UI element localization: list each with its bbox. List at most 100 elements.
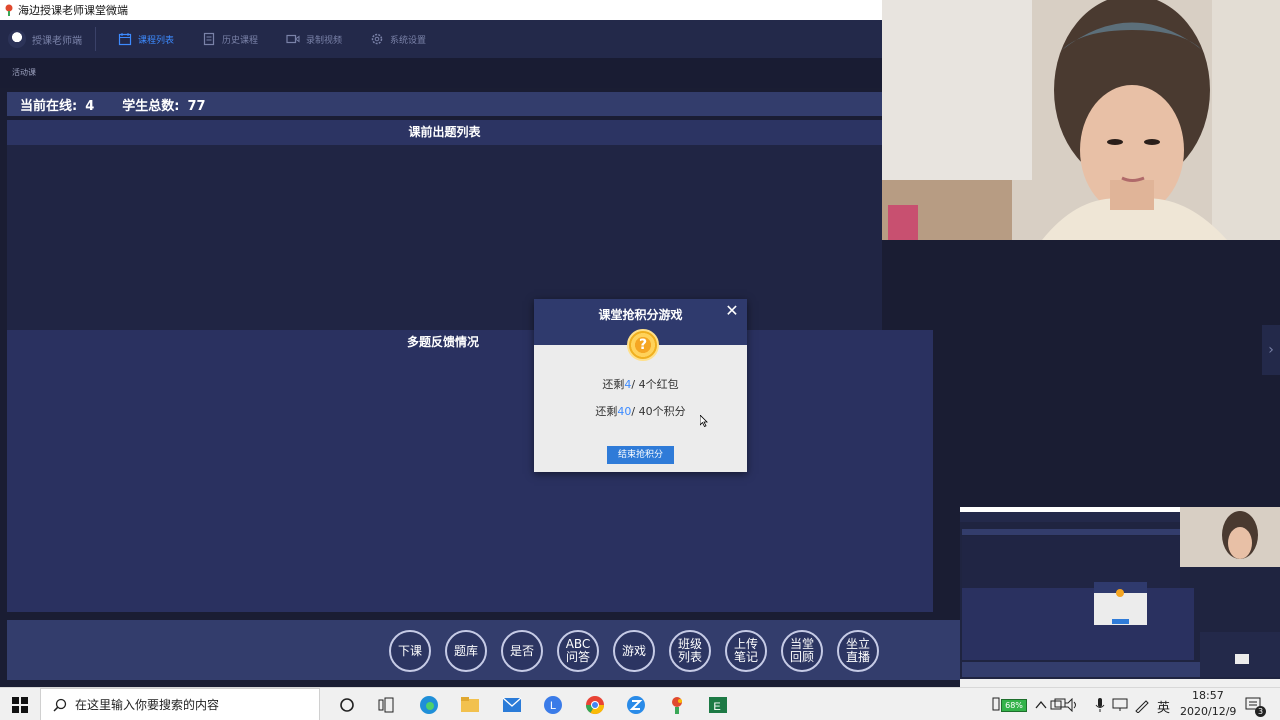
online-count: 当前在线: 4 <box>20 95 94 114</box>
windows-start-icon[interactable] <box>12 697 28 713</box>
class-status-bar: 当前在线: 4 学生总数: 77 <box>7 92 882 116</box>
end-points-game-button[interactable]: 结束抢积分 <box>607 446 674 464</box>
excel-icon[interactable]: E <box>708 695 728 715</box>
svg-text:L: L <box>550 700 556 712</box>
svg-text:E: E <box>713 701 720 713</box>
total-value: 77 <box>187 98 206 114</box>
points-remaining: 40 <box>617 405 632 418</box>
nav-label: 课程列表 <box>138 35 175 46</box>
bottom-toolbar: 下课 题库 是否 ABC 问答 游戏 班级 列表 上传 笔记 当堂 回顾 坐立 … <box>7 620 960 680</box>
app-l-icon[interactable]: L <box>543 695 563 715</box>
right-side-area <box>940 240 1280 508</box>
nav-label: 录制视频 <box>306 35 343 46</box>
battery-level: 68% <box>1001 698 1027 712</box>
nav-item-course-list[interactable]: 课程列表 <box>104 20 188 58</box>
chrome-icon[interactable] <box>585 695 605 715</box>
feedback-panel: 多题反馈情况 <box>7 330 933 612</box>
game-button[interactable]: 游戏 <box>613 630 655 672</box>
app-logo-icon <box>5 4 13 16</box>
button-label: 坐立 直播 <box>845 637 870 664</box>
button-label: 上传 笔记 <box>733 637 758 664</box>
nav-item-history[interactable]: 历史课程 <box>188 20 272 58</box>
notification-count: 3 <box>1255 706 1266 717</box>
points-prefix: 还剩 <box>595 405 618 418</box>
search-icon <box>53 698 67 712</box>
webcam-person-image <box>882 0 1280 240</box>
clock-time[interactable]: 18:57 <box>1192 689 1224 702</box>
points-suffix: / 40个积分 <box>631 405 686 418</box>
redpack-suffix: / 4个红包 <box>631 378 679 391</box>
chevron-right-icon: › <box>1268 342 1274 358</box>
cortana-icon[interactable] <box>337 695 357 715</box>
sub-header-label: 活动课 <box>12 68 36 77</box>
window-title: 海边授课老师课堂微端 <box>18 4 128 17</box>
input-method-indicator[interactable]: 英 <box>1157 697 1170 716</box>
brand: 授课老师端 <box>0 27 96 51</box>
window-titlebar: 海边授课老师课堂微端 <box>0 0 882 20</box>
edge-browser-icon[interactable] <box>419 695 439 715</box>
nav-label: 系统设置 <box>390 35 427 46</box>
calendar-icon <box>118 33 132 46</box>
coin-icon: ? <box>627 329 659 361</box>
button-label: 游戏 <box>621 643 646 658</box>
question-bank-button[interactable]: 题库 <box>445 630 487 672</box>
mail-icon[interactable] <box>502 695 522 715</box>
task-view-icon[interactable] <box>377 695 397 715</box>
live-stream-button[interactable]: 坐立 直播 <box>837 630 879 672</box>
notification-center-icon[interactable]: 3 <box>1244 695 1266 717</box>
document-icon <box>203 32 215 46</box>
file-explorer-icon[interactable] <box>460 695 480 715</box>
screen-share-thumbnail <box>960 507 1280 687</box>
video-icon <box>286 34 300 44</box>
upload-notes-button[interactable]: 上传 笔记 <box>725 630 767 672</box>
button-label: 班级 列表 <box>677 637 702 664</box>
dialog-title: 课堂抢积分游戏 <box>598 308 683 322</box>
pen-input-icon[interactable] <box>1132 695 1152 715</box>
button-label: 当堂 回顾 <box>789 637 814 664</box>
brand-label: 授课老师端 <box>32 35 82 47</box>
close-icon[interactable]: ✕ <box>725 303 739 319</box>
panel-title: 课前出题列表 <box>7 120 882 145</box>
yes-no-button[interactable]: 是否 <box>501 630 543 672</box>
top-nav: 授课老师端 课程列表 历史课程 录制视频 系统设置 <box>0 20 882 58</box>
taskbar-search-box[interactable]: 在这里输入你要搜索的内容 <box>40 688 320 720</box>
nav-item-settings[interactable]: 系统设置 <box>356 20 440 58</box>
review-button[interactable]: 当堂 回顾 <box>781 630 823 672</box>
redpack-remaining-text: 还剩4/ 4个红包 <box>534 376 747 392</box>
online-value: 4 <box>85 98 95 114</box>
clock-date[interactable]: 2020/12/9 <box>1180 705 1236 718</box>
points-remaining-text: 还剩40/ 40个积分 <box>534 403 747 419</box>
thumbnail-preview-image <box>960 507 1280 687</box>
app-z-icon[interactable] <box>626 695 646 715</box>
button-label: 下课 <box>397 643 422 658</box>
gear-icon <box>371 33 383 45</box>
nav-label: 历史课程 <box>222 35 259 46</box>
battery-icon[interactable]: 68% <box>1000 695 1028 715</box>
button-label: 是否 <box>509 643 534 658</box>
pre-class-questions-panel: 课前出题列表 <box>7 120 882 330</box>
microphone-icon[interactable] <box>1090 695 1110 715</box>
button-label: 题库 <box>453 643 478 658</box>
webcam-video <box>882 0 1280 240</box>
mouse-cursor-icon <box>700 415 708 427</box>
abc-quiz-button[interactable]: ABC 问答 <box>557 630 599 672</box>
classroom-app-icon[interactable] <box>667 695 687 715</box>
sub-header: 活动课 <box>0 58 882 88</box>
end-class-button[interactable]: 下课 <box>389 630 431 672</box>
display-icon[interactable] <box>1110 695 1130 715</box>
expand-panel-button[interactable]: › <box>1262 325 1280 375</box>
button-label: ABC 问答 <box>565 637 591 664</box>
coin-symbol: ? <box>638 337 648 353</box>
panel-title: 多题反馈情况 <box>406 335 479 349</box>
total-label: 学生总数: <box>122 98 180 114</box>
total-count: 学生总数: 77 <box>122 95 205 114</box>
redpack-prefix: 还剩 <box>602 378 625 391</box>
network-icon[interactable] <box>1048 695 1068 715</box>
windows-taskbar: 在这里输入你要搜索的内容 L E 68% 英 18:57 2020/12/9 3 <box>0 687 1280 720</box>
nav-item-record-video[interactable]: 录制视频 <box>272 20 356 58</box>
class-list-button[interactable]: 班级 列表 <box>669 630 711 672</box>
brand-logo-icon <box>8 30 26 48</box>
search-placeholder: 在这里输入你要搜索的内容 <box>75 698 220 712</box>
online-label: 当前在线: <box>20 98 78 114</box>
points-game-dialog: 课堂抢积分游戏 ✕ ? 还剩4/ 4个红包 还剩40/ 40个积分 结束抢积分 <box>534 299 747 472</box>
